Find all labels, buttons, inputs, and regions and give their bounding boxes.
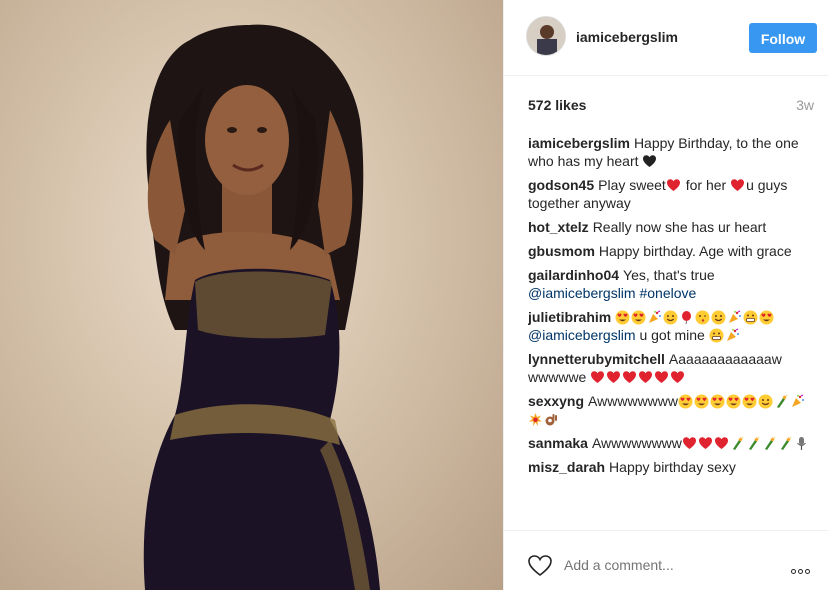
comment-item: hot_xtelz Really now she has ur heart	[528, 218, 820, 236]
champagne-icon	[730, 436, 745, 451]
heart-eyes-icon	[631, 310, 646, 325]
instagram-post-modal: iamicebergslim Follow 572 likes 3w iamic…	[0, 0, 828, 590]
comment-item: godson45 Play sweet for her u guys togeth…	[528, 176, 820, 212]
comment-item: sanmaka Awwwwwwww	[528, 434, 820, 452]
follow-button[interactable]: Follow	[749, 23, 817, 53]
red-heart-icon	[666, 178, 681, 193]
comment-username[interactable]: lynnetterubymitchell	[528, 351, 665, 367]
black-heart-icon	[642, 154, 657, 169]
mention-link[interactable]: @iamicebergslim	[528, 285, 636, 301]
red-heart-icon	[698, 436, 713, 451]
comment-text: Yes, that's true	[623, 267, 715, 283]
heart-eyes-icon	[726, 394, 741, 409]
likes-count[interactable]: 572 likes	[528, 97, 586, 113]
post-header: iamicebergslim Follow	[504, 0, 828, 76]
photo-illustration	[143, 24, 380, 590]
post-photo[interactable]	[0, 0, 503, 590]
comments-list: iamicebergslim Happy Birthday, to the one…	[528, 134, 820, 530]
post-sidebar: iamicebergslim Follow 572 likes 3w iamic…	[503, 0, 828, 590]
comment-username[interactable]: misz_darah	[528, 459, 605, 475]
comment-item: julietibrahim @iamicebergslim u got mine	[528, 308, 820, 344]
comment-item: gailardinho04 Yes, that's true @iamiceber…	[528, 266, 820, 302]
balloon-icon	[679, 310, 694, 325]
comment-text: u got mine	[635, 327, 709, 343]
red-heart-icon	[606, 370, 621, 385]
party-popper-icon	[727, 310, 742, 325]
red-heart-icon	[682, 436, 697, 451]
comment-username[interactable]: godson45	[528, 177, 594, 193]
comment-username[interactable]: gbusmom	[528, 243, 595, 259]
comment-text: Really now she has ur heart	[592, 219, 767, 235]
ok-hand-icon	[544, 412, 559, 427]
heart-eyes-icon	[759, 310, 774, 325]
comment-text: Happy birthday sexy	[609, 459, 736, 475]
smile-icon	[711, 310, 726, 325]
comment-item: sexxyng Awwwwwwww	[528, 392, 820, 428]
avatar-image	[527, 17, 565, 55]
comment-item: iamicebergslim Happy Birthday, to the one…	[528, 134, 820, 170]
party-popper-icon	[647, 310, 662, 325]
red-heart-icon	[670, 370, 685, 385]
comment-text: Play sweet	[598, 177, 666, 193]
party-popper-icon	[790, 394, 805, 409]
like-button[interactable]	[528, 555, 552, 577]
comment-username[interactable]: sexxyng	[528, 393, 584, 409]
username[interactable]: iamicebergslim	[576, 29, 678, 45]
heart-eyes-icon	[615, 310, 630, 325]
comment-username[interactable]: hot_xtelz	[528, 219, 589, 235]
mention-link[interactable]: @iamicebergslim	[528, 327, 636, 343]
post-time[interactable]: 3w	[796, 97, 814, 113]
red-heart-icon	[654, 370, 669, 385]
grimace-icon	[743, 310, 758, 325]
collision-icon	[528, 412, 543, 427]
champagne-icon	[778, 436, 793, 451]
red-heart-icon	[730, 178, 745, 193]
champagne-icon	[774, 394, 789, 409]
comment-username[interactable]: julietibrahim	[528, 309, 611, 325]
red-heart-icon	[590, 370, 605, 385]
avatar[interactable]	[526, 16, 566, 56]
hashtag-link[interactable]: #onelove	[639, 285, 696, 301]
kiss-face-icon	[695, 310, 710, 325]
smile-icon	[758, 394, 773, 409]
heart-eyes-icon	[678, 394, 693, 409]
party-popper-icon	[725, 328, 740, 343]
comment-text: for her	[681, 177, 731, 193]
comment-item: gbusmom Happy birthday. Age with grace	[528, 242, 820, 260]
heart-eyes-icon	[742, 394, 757, 409]
champagne-icon	[762, 436, 777, 451]
comment-item: misz_darah Happy birthday sexy	[528, 458, 820, 476]
heart-eyes-icon	[710, 394, 725, 409]
comment-input[interactable]	[562, 556, 786, 574]
smile-icon	[663, 310, 678, 325]
champagne-icon	[746, 436, 761, 451]
comment-username[interactable]: gailardinho04	[528, 267, 619, 283]
red-heart-icon	[714, 436, 729, 451]
post-footer	[504, 530, 828, 590]
comment-text: Awwwwwwww	[591, 435, 682, 451]
more-options-icon[interactable]	[791, 561, 817, 574]
comment-text: Awwwwwwww	[588, 393, 679, 409]
comment-item: lynnetterubymitchell Aaaaaaaaaaaaaw wwwww…	[528, 350, 820, 386]
comment-text: Happy birthday. Age with grace	[598, 243, 792, 259]
heart-eyes-icon	[694, 394, 709, 409]
microphone-icon	[794, 436, 809, 451]
grimace-icon	[709, 328, 724, 343]
heart-outline-icon	[528, 555, 552, 577]
comment-username[interactable]: sanmaka	[528, 435, 588, 451]
red-heart-icon	[622, 370, 637, 385]
red-heart-icon	[638, 370, 653, 385]
comment-username[interactable]: iamicebergslim	[528, 135, 630, 151]
